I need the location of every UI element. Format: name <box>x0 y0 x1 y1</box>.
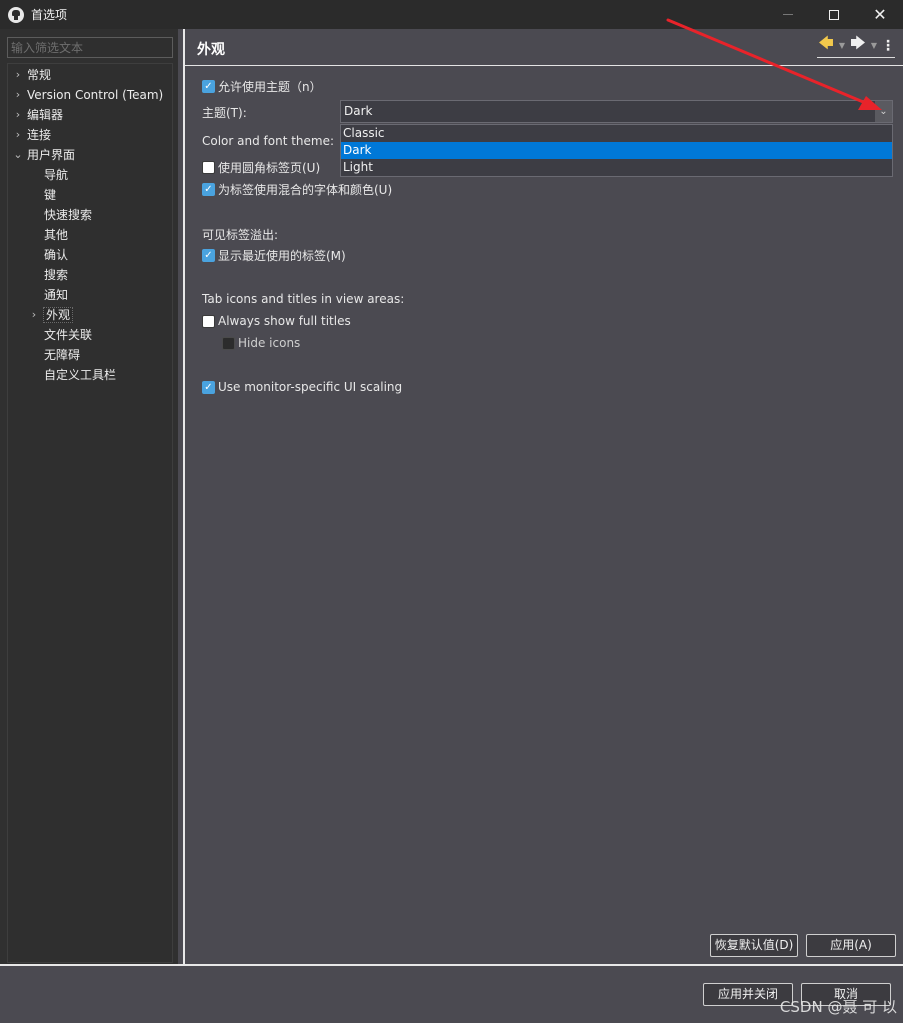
back-arrow-icon[interactable]: 🡄 <box>817 33 835 58</box>
tree-item-navigation[interactable]: 导航 <box>44 165 68 185</box>
window-title: 首选项 <box>31 8 68 22</box>
tree-item-search[interactable]: 搜索 <box>44 265 68 285</box>
window-controls: ✕ <box>765 0 903 29</box>
more-menu-icon[interactable]: ⋮ <box>881 38 895 54</box>
filter-input[interactable] <box>7 37 173 58</box>
always-full-titles-checkbox[interactable]: Always show full titles <box>202 312 351 330</box>
show-recent-tabs-checkbox[interactable]: ✓ 显示最近使用的标签(M) <box>202 246 346 264</box>
tree-item-file-associations[interactable]: 文件关联 <box>44 325 92 345</box>
mixed-fonts-checkbox[interactable]: ✓ 为标签使用混合的字体和颜色(U) <box>202 180 392 198</box>
tree-item-label: 导航 <box>44 168 69 182</box>
tree-item-general[interactable]: › 常规 <box>12 65 51 85</box>
tree-item-label: 自定义工具栏 <box>44 368 117 382</box>
close-icon: ✕ <box>873 5 887 24</box>
tree-item-label: 键 <box>44 188 57 202</box>
chevron-right-icon[interactable]: › <box>12 105 24 125</box>
checkbox-checked-icon[interactable]: ✓ <box>202 380 215 394</box>
chevron-down-icon[interactable]: ⌄ <box>875 101 892 122</box>
enable-theming-checkbox[interactable]: ✓ 允许使用主题（n） <box>202 77 322 95</box>
hide-icons-checkbox[interactable]: Hide icons <box>222 334 300 352</box>
forward-arrow-icon[interactable]: 🡆 <box>849 33 867 58</box>
checkbox-label: 使用圆角标签页(U) <box>218 160 321 175</box>
nav-toolbar: 🡄 ▼ 🡆 ▼ ⋮ <box>817 33 895 58</box>
monitor-scaling-checkbox[interactable]: ✓ Use monitor-specific UI scaling <box>202 378 402 396</box>
forward-dropdown-icon[interactable]: ▼ <box>867 41 881 50</box>
theme-option-light[interactable]: Light <box>341 159 892 176</box>
tree-item-label: 快速搜索 <box>44 208 93 222</box>
page-title: 外观 <box>197 42 225 58</box>
checkbox-label: 允许使用主题（n） <box>218 79 322 94</box>
tree-item-connections[interactable]: › 连接 <box>12 125 51 145</box>
chevron-down-icon[interactable]: ⌄ <box>12 145 24 165</box>
tree-item-customize-toolbar[interactable]: 自定义工具栏 <box>44 365 116 385</box>
preferences-tree: › 常规 › Version Control (Team) › 编辑器 › 连接… <box>7 63 173 963</box>
tree-item-quick-search[interactable]: 快速搜索 <box>44 205 92 225</box>
maximize-icon <box>829 9 839 20</box>
checkbox-label: Use monitor-specific UI scaling <box>218 380 403 394</box>
tree-item-label: 其他 <box>44 228 69 242</box>
app-icon <box>8 6 24 23</box>
minimize-icon <box>783 14 793 15</box>
tree-item-notifications[interactable]: 通知 <box>44 285 68 305</box>
chevron-right-icon[interactable]: › <box>12 125 24 145</box>
checkbox-checked-icon[interactable]: ✓ <box>202 182 215 196</box>
tree-item-label: 文件关联 <box>44 328 93 342</box>
visible-tabs-label: 可见标签溢出: <box>202 228 279 242</box>
checkbox-label: Hide icons <box>238 336 301 350</box>
tree-item-label: 用户界面 <box>27 148 76 162</box>
tree-item-label: 外观 <box>43 307 74 323</box>
tree-item-label: 确认 <box>44 248 69 262</box>
chevron-right-icon[interactable]: › <box>12 85 24 105</box>
tree-item-version-control[interactable]: › Version Control (Team) <box>12 85 163 105</box>
theme-select[interactable]: Dark ⌄ <box>340 100 893 123</box>
restore-defaults-button[interactable]: 恢复默认值(D) <box>710 934 798 957</box>
tree-item-label: 连接 <box>27 128 52 142</box>
close-button[interactable]: ✕ <box>857 0 903 29</box>
checkbox-label: 为标签使用混合的字体和颜色(U) <box>218 182 393 197</box>
rounded-tabs-checkbox[interactable]: 使用圆角标签页(U) <box>202 158 320 176</box>
footer-bar: 应用并关闭 取消 <box>0 966 903 1023</box>
checkbox-disabled-icon[interactable] <box>222 336 235 350</box>
theme-option-dark[interactable]: Dark <box>341 142 892 159</box>
tree-item-accessibility[interactable]: 无障碍 <box>44 345 80 365</box>
theme-dropdown-list: Classic Dark Light <box>340 124 893 177</box>
checkbox-checked-icon[interactable]: ✓ <box>202 248 215 262</box>
checkbox-label: 显示最近使用的标签(M) <box>218 248 346 263</box>
checkbox-checked-icon[interactable]: ✓ <box>202 79 215 93</box>
tree-item-label: 通知 <box>44 288 69 302</box>
theme-label: 主题(T): <box>202 106 247 120</box>
tree-item-confirm[interactable]: 确认 <box>44 245 68 265</box>
back-dropdown-icon[interactable]: ▼ <box>835 41 849 50</box>
tree-item-other[interactable]: 其他 <box>44 225 68 245</box>
tree-item-label: 常规 <box>27 68 52 82</box>
right-panel: 外观 🡄 ▼ 🡆 ▼ ⋮ ✓ 允许使用主题（n） 主题(T): Dark ⌄ C… <box>185 29 903 964</box>
checkbox-unchecked-icon[interactable] <box>202 160 215 174</box>
title-bar: 首选项 ✕ <box>0 0 903 29</box>
tree-item-label: Version Control (Team) <box>27 88 164 102</box>
chevron-right-icon[interactable]: › <box>28 305 40 325</box>
checkbox-unchecked-icon[interactable] <box>202 314 215 328</box>
tree-item-editors[interactable]: › 编辑器 <box>12 105 63 125</box>
tree-item-keys[interactable]: 键 <box>44 185 56 205</box>
maximize-button[interactable] <box>811 0 857 29</box>
tree-item-label: 编辑器 <box>27 108 64 122</box>
theme-option-classic[interactable]: Classic <box>341 125 892 142</box>
tree-item-label: 搜索 <box>44 268 69 282</box>
tree-item-label: 无障碍 <box>44 348 81 362</box>
left-panel: › 常规 › Version Control (Team) › 编辑器 › 连接… <box>0 29 178 964</box>
color-font-theme-label: Color and font theme: <box>202 134 335 148</box>
watermark-text: CSDN @聂 可 以 <box>779 998 897 1016</box>
minimize-button[interactable] <box>765 0 811 29</box>
tree-item-appearance[interactable]: › 外观 <box>28 305 74 325</box>
tab-icons-label: Tab icons and titles in view areas: <box>202 292 405 306</box>
tree-item-user-interface[interactable]: ⌄ 用户界面 <box>12 145 75 165</box>
chevron-right-icon[interactable]: › <box>12 65 24 85</box>
checkbox-label: Always show full titles <box>218 314 351 328</box>
page-header: 外观 🡄 ▼ 🡆 ▼ ⋮ <box>185 29 903 66</box>
apply-button[interactable]: 应用(A) <box>806 934 896 957</box>
theme-selected-value: Dark <box>344 104 373 118</box>
